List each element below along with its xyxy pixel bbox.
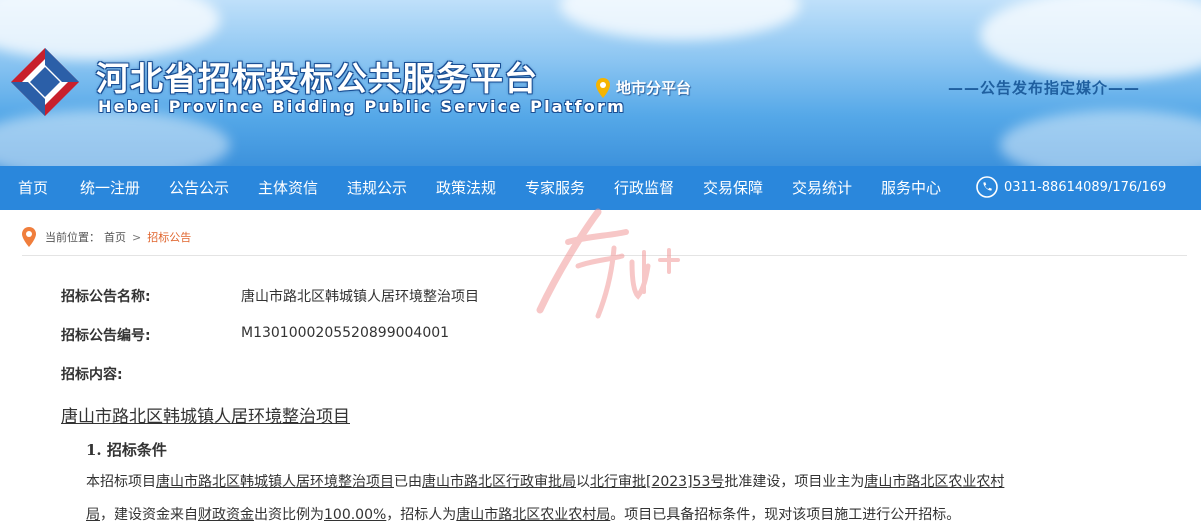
section-heading: 1. 招标条件 <box>86 441 167 459</box>
owner-underlined: 唐山市路北区农业农村 <box>864 474 1005 490</box>
notice-content-label: 招标内容: <box>61 367 123 383</box>
text-run: 已由 <box>394 474 422 490</box>
cloud-decoration <box>980 0 1201 80</box>
paragraph-line-1: 本招标项目唐山市路北区韩城镇人居环境整治项目已由唐山市路北区行政审批局以北行审批… <box>86 471 1004 491</box>
location-pin-icon <box>596 77 610 98</box>
approval-number-underlined: 北行审批[2023]53号 <box>590 474 725 490</box>
nav-item-policies[interactable]: 政策法规 <box>436 166 496 210</box>
cloud-decoration <box>1000 110 1201 166</box>
site-subtitle: Hebei Province Bidding Public Service Pl… <box>98 97 626 116</box>
text-run: ，建设资金来自 <box>100 507 198 523</box>
nav-item-statistics[interactable]: 交易统计 <box>792 166 852 210</box>
breadcrumb-label: 当前位置： <box>45 231 100 244</box>
watermark-logo <box>536 208 680 319</box>
city-platform-link[interactable]: 地市分平台 <box>596 77 691 98</box>
site-title[interactable]: 河北省招标投标公共服务平台 <box>96 52 538 100</box>
nav-item-service-center[interactable]: 服务中心 <box>881 166 941 210</box>
text-run: 出资比例为 <box>254 507 324 523</box>
project-name-underlined: 唐山市路北区韩城镇人居环境整治项目 <box>156 474 394 490</box>
slogan: ——公告发布指定媒介—— <box>948 79 1141 97</box>
hotline-number: 0311-88614089/176/169 <box>1004 179 1167 195</box>
notice-name-label: 招标公告名称: <box>61 289 151 305</box>
nav-item-register[interactable]: 统一注册 <box>80 166 140 210</box>
location-pin-icon <box>22 227 36 247</box>
paragraph-line-2: 局，建设资金来自财政资金出资比例为100.00%，招标人为唐山市路北区农业农村局… <box>86 504 960 524</box>
notice-code-label: 招标公告编号: <box>61 328 151 344</box>
nav-item-violations[interactable]: 违规公示 <box>347 166 407 210</box>
platform-logo-icon[interactable] <box>8 45 82 119</box>
breadcrumb-separator: > <box>132 230 142 244</box>
nav-item-announcements[interactable]: 公告公示 <box>169 166 229 210</box>
breadcrumb: 当前位置： 首页 > 招标公告 <box>22 227 191 247</box>
ratio-underlined: 100.00% <box>324 507 387 523</box>
notice-name-value: 唐山市路北区韩城镇人居环境整治项目 <box>241 289 479 305</box>
nav-item-credit[interactable]: 主体资信 <box>258 166 318 210</box>
text-run: 本招标项目 <box>86 474 156 490</box>
cloud-decoration <box>560 0 800 40</box>
text-run: 批准建设，项目业主为 <box>724 474 865 490</box>
breadcrumb-current-link[interactable]: 招标公告 <box>147 229 191 245</box>
breadcrumb-home-link[interactable]: 首页 <box>104 229 126 245</box>
nav-item-guarantee[interactable]: 交易保障 <box>703 166 763 210</box>
text-run: 以 <box>576 474 590 490</box>
header-banner: 河北省招标投标公共服务平台 Hebei Province Bidding Pub… <box>0 0 1201 166</box>
fund-source-underlined: 财政资金 <box>198 507 254 523</box>
text-run: 。项目已具备招标条件，现对该项目施工进行公开招标。 <box>610 507 961 523</box>
nav-item-home[interactable]: 首页 <box>18 166 48 210</box>
owner-underlined: 局 <box>86 507 100 523</box>
city-platform-label: 地市分平台 <box>616 79 692 97</box>
project-title: 唐山市路北区韩城镇人居环境整治项目 <box>61 407 350 427</box>
notice-code-value: M1301000205520899004001 <box>241 325 450 341</box>
text-run: ，招标人为 <box>386 507 457 523</box>
hotline: 0311-88614089/176/169 <box>976 176 1166 198</box>
tenderer-underlined: 唐山市路北区农业农村局 <box>456 507 611 523</box>
approver-underlined: 唐山市路北区行政审批局 <box>422 474 576 490</box>
phone-icon <box>976 176 998 198</box>
